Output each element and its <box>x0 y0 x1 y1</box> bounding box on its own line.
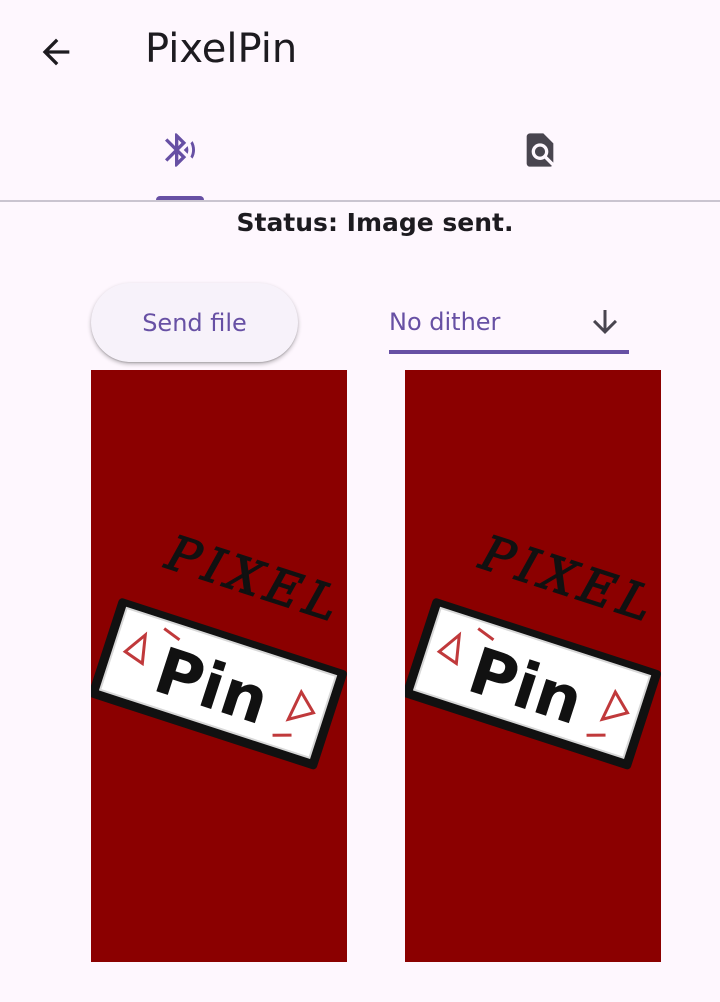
pixelpin-logo-dithered: PIXEL Pin <box>405 370 661 962</box>
send-file-button[interactable]: Send file <box>91 283 298 362</box>
dither-underline <box>389 350 629 354</box>
tab-bar <box>0 100 720 202</box>
tab-image-search[interactable] <box>360 100 720 200</box>
dither-selected-value: No dither <box>389 308 501 336</box>
file-search-icon <box>526 133 554 167</box>
tab-bluetooth[interactable] <box>0 100 360 200</box>
status-text: Status: Image sent. <box>236 208 514 237</box>
bluetooth-icon <box>165 133 196 167</box>
arrow-back-icon <box>42 38 70 66</box>
arrow-down-icon <box>593 310 617 334</box>
tab-divider <box>0 200 720 202</box>
pixelpin-logo-original: PIXEL Pin <box>91 370 347 962</box>
app-title: PixelPin <box>145 26 298 72</box>
dither-dropdown[interactable]: No dither <box>389 296 629 354</box>
original-image-preview: PIXEL Pin <box>91 370 347 962</box>
dithered-image-preview: PIXEL Pin <box>405 370 661 962</box>
app-bar: PixelPin <box>0 0 720 100</box>
back-button[interactable] <box>28 24 84 80</box>
